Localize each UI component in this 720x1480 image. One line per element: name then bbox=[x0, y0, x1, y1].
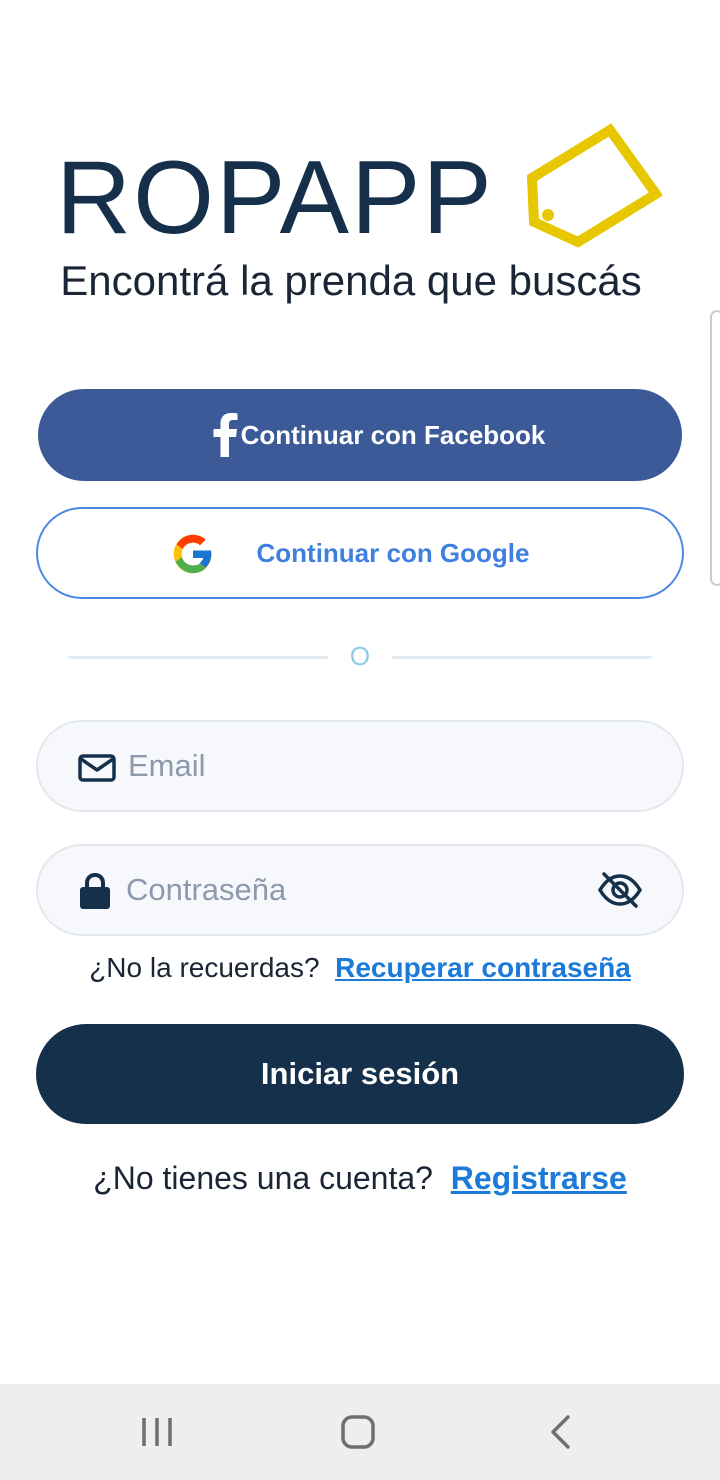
tagline: Encontrá la prenda que buscás bbox=[60, 257, 642, 304]
app-logo: ROPAPP Encontrá la prenda que buscás bbox=[0, 120, 720, 320]
register-prompt: ¿No tienes una cuenta? bbox=[93, 1160, 433, 1196]
email-input[interactable] bbox=[128, 722, 598, 810]
email-field[interactable] bbox=[36, 720, 684, 812]
facebook-login-button[interactable]: Continuar con Facebook bbox=[38, 389, 682, 481]
password-input[interactable] bbox=[126, 846, 596, 934]
divider-label: O bbox=[349, 641, 371, 671]
register-link[interactable]: Registrarse bbox=[451, 1160, 627, 1196]
divider-line-left bbox=[68, 656, 328, 659]
recover-password-row: ¿No la recuerdas? Recuperar contraseña bbox=[0, 952, 720, 984]
login-button-label: Iniciar sesión bbox=[260, 1056, 460, 1091]
or-divider: O bbox=[0, 641, 720, 671]
side-panel-handle[interactable] bbox=[710, 310, 720, 586]
password-field[interactable] bbox=[36, 844, 684, 936]
login-button[interactable]: Iniciar sesión bbox=[36, 1024, 684, 1124]
divider-line-right bbox=[392, 656, 652, 659]
system-navigation-bar bbox=[0, 1384, 720, 1480]
back-icon[interactable] bbox=[530, 1412, 590, 1452]
price-tag-icon bbox=[526, 123, 662, 248]
envelope-icon bbox=[78, 754, 116, 782]
lock-icon bbox=[80, 872, 110, 909]
facebook-button-label: Continuar con Facebook bbox=[240, 419, 546, 450]
eye-off-icon[interactable] bbox=[596, 870, 644, 910]
recover-prompt: ¿No la recuerdas? bbox=[89, 952, 320, 983]
home-icon[interactable] bbox=[328, 1412, 388, 1452]
facebook-icon bbox=[213, 413, 238, 457]
brand-name: ROPAPP bbox=[56, 140, 494, 256]
recents-icon[interactable] bbox=[128, 1412, 188, 1452]
google-icon bbox=[173, 534, 212, 574]
recover-password-link[interactable]: Recuperar contraseña bbox=[335, 952, 631, 983]
google-button-label: Continuar con Google bbox=[256, 537, 530, 568]
google-login-button[interactable]: Continuar con Google bbox=[36, 507, 684, 599]
register-row: ¿No tienes una cuenta? Registrarse bbox=[0, 1160, 720, 1197]
